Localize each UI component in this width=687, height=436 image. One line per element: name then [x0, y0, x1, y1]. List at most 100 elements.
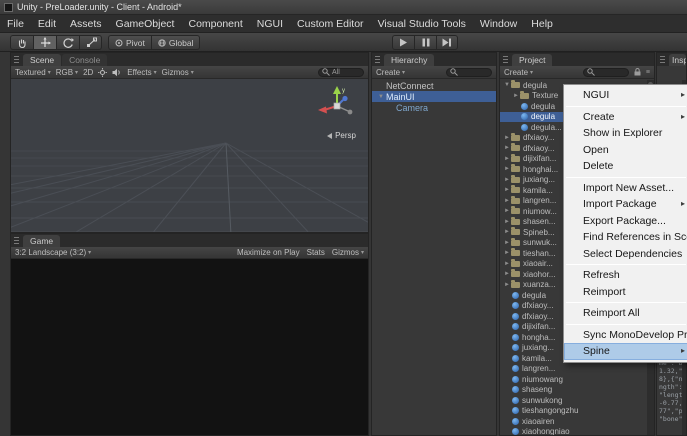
project-item-xiaoairen[interactable]: xiaoairen [500, 416, 647, 427]
main-toolbar: Pivot Global [0, 33, 687, 52]
axis-z-cap-icon[interactable] [342, 95, 348, 102]
project-search-input[interactable] [582, 67, 629, 77]
project-create-dropdown[interactable]: Create ▾ [504, 68, 533, 77]
scale-tool-button[interactable] [79, 35, 102, 50]
context-menu-item-spine[interactable]: Spine ▸ [564, 343, 687, 360]
project-toolbar: Create ▾ ≡ [500, 66, 654, 79]
shading-mode-dropdown[interactable]: Textured ▾ [15, 68, 51, 77]
2d-toggle-button[interactable]: 2D [83, 68, 93, 77]
step-button[interactable] [436, 35, 458, 50]
aspect-ratio-dropdown[interactable]: 3:2 Landscape (3:2) ▾ [15, 248, 91, 257]
play-button[interactable] [392, 35, 414, 50]
menu-item-visual-studio-tools[interactable]: Visual Studio Tools [371, 15, 473, 33]
context-menu-item-delete[interactable]: Delete [564, 158, 687, 175]
pivot-toggle-button[interactable]: Pivot [108, 35, 151, 50]
project-item-tieshangongzhu[interactable]: tieshangongzhu [500, 406, 647, 417]
scene-viewport[interactable]: y Persp [11, 79, 368, 232]
context-menu-item-create[interactable]: Create ▸ [564, 109, 687, 126]
axis-y-cone-icon[interactable] [333, 86, 341, 94]
disclosure-triangle-icon[interactable]: ► [503, 135, 511, 141]
menu-item-assets[interactable]: Assets [63, 15, 109, 33]
menu-item-window[interactable]: Window [473, 15, 524, 33]
disclosure-triangle-icon[interactable]: ► [503, 145, 511, 151]
scene-search-input[interactable]: All [318, 67, 364, 77]
title-bar[interactable]: Unity - PreLoader.unity - Client - Andro… [0, 0, 687, 15]
context-menu-item-ngui[interactable]: NGUI ▸ [564, 87, 687, 104]
disclosure-triangle-icon[interactable]: ► [503, 250, 511, 256]
render-mode-dropdown[interactable]: RGB ▾ [56, 68, 78, 77]
menu-item-ngui[interactable]: NGUI [250, 15, 290, 33]
disclosure-triangle-icon[interactable]: ► [503, 240, 511, 246]
menu-item-component[interactable]: Component [181, 15, 249, 33]
tab-scene[interactable]: Scene [23, 54, 62, 66]
global-toggle-button[interactable]: Global [150, 35, 201, 50]
disclosure-triangle-icon[interactable]: ► [512, 93, 520, 99]
expanded-triangle-icon[interactable]: ▼ [376, 94, 386, 100]
project-item-label: kamila... [522, 353, 552, 363]
scene-audio-toggle[interactable] [112, 68, 122, 77]
perspective-mode-label[interactable]: Persp [327, 131, 356, 140]
axis-center-cube-icon[interactable] [333, 102, 341, 110]
context-menu-item-import-package[interactable]: Import Package ▸ [564, 196, 687, 213]
hierarchy-item-mainui[interactable]: ▼ MainUI [372, 91, 496, 102]
tab-hierarchy[interactable]: Hierarchy [384, 54, 435, 66]
scene-orientation-gizmo[interactable]: y [314, 83, 360, 129]
playback-controls [392, 35, 458, 50]
menu-item-file[interactable]: File [0, 15, 31, 33]
disclosure-triangle-icon[interactable]: ► [503, 261, 511, 267]
context-menu-item-open[interactable]: Open [564, 142, 687, 159]
disclosure-triangle-icon[interactable]: ► [503, 156, 511, 162]
context-menu-item-refresh[interactable]: Refresh [564, 267, 687, 284]
menu-item-edit[interactable]: Edit [31, 15, 63, 33]
disclosure-triangle-icon[interactable]: ► [503, 271, 511, 277]
menu-item-help[interactable]: Help [524, 15, 560, 33]
tab-project[interactable]: Project [512, 54, 553, 66]
rotate-tool-button[interactable] [56, 35, 79, 50]
context-menu-item-reimport[interactable]: Reimport [564, 284, 687, 301]
menu-item-gameobject[interactable]: GameObject [109, 15, 182, 33]
hierarchy-create-dropdown[interactable]: Create ▾ [376, 68, 405, 77]
disclosure-triangle-icon[interactable]: ► [503, 282, 511, 288]
disclosure-triangle-icon[interactable]: ► [503, 177, 511, 183]
disclosure-triangle-icon[interactable]: ► [503, 198, 511, 204]
stats-button[interactable]: Stats [307, 248, 325, 257]
pause-button[interactable] [414, 35, 436, 50]
hierarchy-search-input[interactable] [446, 67, 492, 77]
context-menu-item-select-dependencies[interactable]: Select Dependencies [564, 246, 687, 263]
project-item-langren[interactable]: langren... [500, 364, 647, 375]
scene-gizmos-dropdown[interactable]: Gizmos ▾ [162, 68, 194, 77]
hand-tool-button[interactable] [10, 35, 33, 50]
scene-lighting-toggle[interactable] [98, 67, 108, 77]
game-gizmos-dropdown[interactable]: Gizmos ▾ [332, 248, 364, 257]
global-label: Global [168, 37, 194, 48]
expanded-triangle-icon[interactable]: ▼ [503, 82, 511, 88]
tab-inspector[interactable]: Inspec [669, 54, 686, 66]
menu-item-custom-editor[interactable]: Custom Editor [290, 15, 371, 33]
panel-menu-icon[interactable]: ≡ [646, 69, 650, 76]
disclosure-triangle-icon[interactable]: ► [503, 229, 511, 235]
context-menu-item-sync-monodevelop-project[interactable]: Sync MonoDevelop Project [564, 327, 687, 344]
context-menu-item-reimport-all[interactable]: Reimport All [564, 305, 687, 322]
move-tool-button[interactable] [33, 35, 56, 50]
tab-game[interactable]: Game [23, 235, 61, 247]
tab-console[interactable]: Console [62, 54, 108, 66]
game-viewport[interactable] [11, 259, 368, 435]
disclosure-triangle-icon[interactable]: ► [503, 219, 511, 225]
disclosure-triangle-icon[interactable]: ► [503, 208, 511, 214]
maximize-on-play-button[interactable]: Maximize on Play [237, 248, 300, 257]
hierarchy-item-netconnect[interactable]: NetConnect [372, 80, 496, 91]
panel-lock-button[interactable] [634, 68, 641, 76]
hierarchy-item-camera[interactable]: Camera [372, 102, 496, 113]
project-item-shaseng[interactable]: shaseng [500, 385, 647, 396]
effects-dropdown[interactable]: Effects ▾ [127, 68, 156, 77]
axis-x-cone-icon[interactable] [318, 106, 327, 114]
disclosure-triangle-icon[interactable]: ► [503, 187, 511, 193]
disclosure-triangle-icon[interactable]: ► [503, 166, 511, 172]
context-menu-item-export-package[interactable]: Export Package... [564, 213, 687, 230]
project-item-sunwukong[interactable]: sunwukong [500, 395, 647, 406]
context-menu-item-show-in-explorer[interactable]: Show in Explorer [564, 125, 687, 142]
project-item-xiaohongniao[interactable]: xiaohongniao [500, 427, 647, 435]
context-menu-item-find-references-in-scene[interactable]: Find References in Scene [564, 229, 687, 246]
project-item-niumowang[interactable]: niumowang [500, 374, 647, 385]
context-menu-item-import-new-asset[interactable]: Import New Asset... [564, 180, 687, 197]
